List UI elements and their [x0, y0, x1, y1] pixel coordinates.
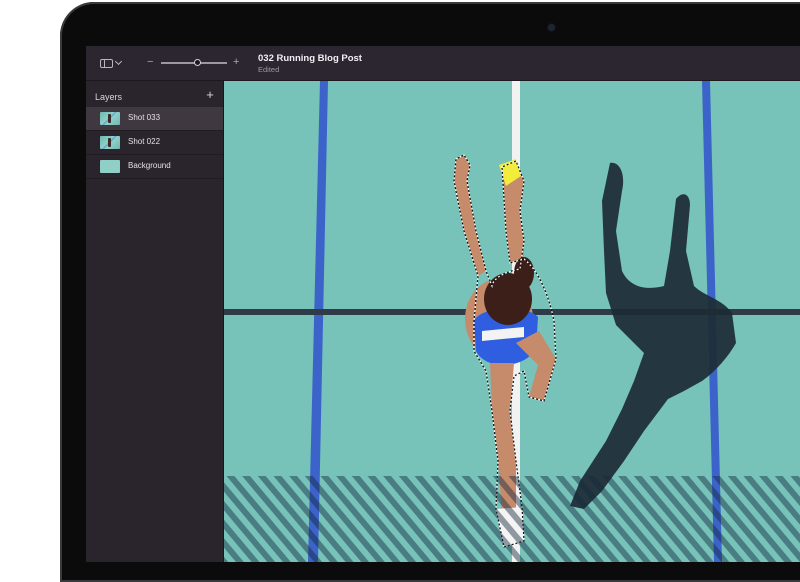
- layer-list: Shot 033 Shot 022 Background: [86, 107, 223, 179]
- zoom-out-button[interactable]: −: [147, 55, 153, 69]
- document-status: Edited: [258, 65, 280, 74]
- layer-thumbnail: [100, 160, 120, 173]
- zoom-slider-thumb[interactable]: [193, 59, 201, 66]
- layer-row-background[interactable]: Background: [86, 155, 223, 179]
- image-canvas[interactable]: [224, 81, 800, 562]
- sidebar-toggle-icon: [100, 58, 113, 68]
- layers-sidebar: Layers + Shot 033 Shot 022 Background: [86, 81, 224, 562]
- layer-thumbnail: [100, 112, 120, 125]
- plus-icon[interactable]: +: [203, 88, 217, 102]
- sidebar-toggle-button[interactable]: [100, 56, 130, 70]
- layer-name: Shot 022: [128, 137, 161, 146]
- photo-artwork: [224, 81, 800, 562]
- layer-name: Background: [128, 161, 171, 170]
- layer-thumbnail: [100, 136, 120, 149]
- layer-name: Shot 033: [128, 113, 161, 122]
- stripe-shadow: [224, 476, 800, 562]
- layer-row-shot-033[interactable]: Shot 033: [86, 107, 223, 131]
- app-window: − + 032 Running Blog Post Edited Layers …: [86, 46, 800, 562]
- toolbar: − + 032 Running Blog Post Edited: [86, 46, 800, 81]
- layer-row-shot-022[interactable]: Shot 022: [86, 131, 223, 155]
- camera: [548, 24, 555, 31]
- document-title: 032 Running Blog Post: [258, 53, 362, 64]
- zoom-in-button[interactable]: +: [233, 55, 239, 69]
- chevron-down-icon: [114, 57, 123, 66]
- layers-header: Layers: [95, 92, 123, 102]
